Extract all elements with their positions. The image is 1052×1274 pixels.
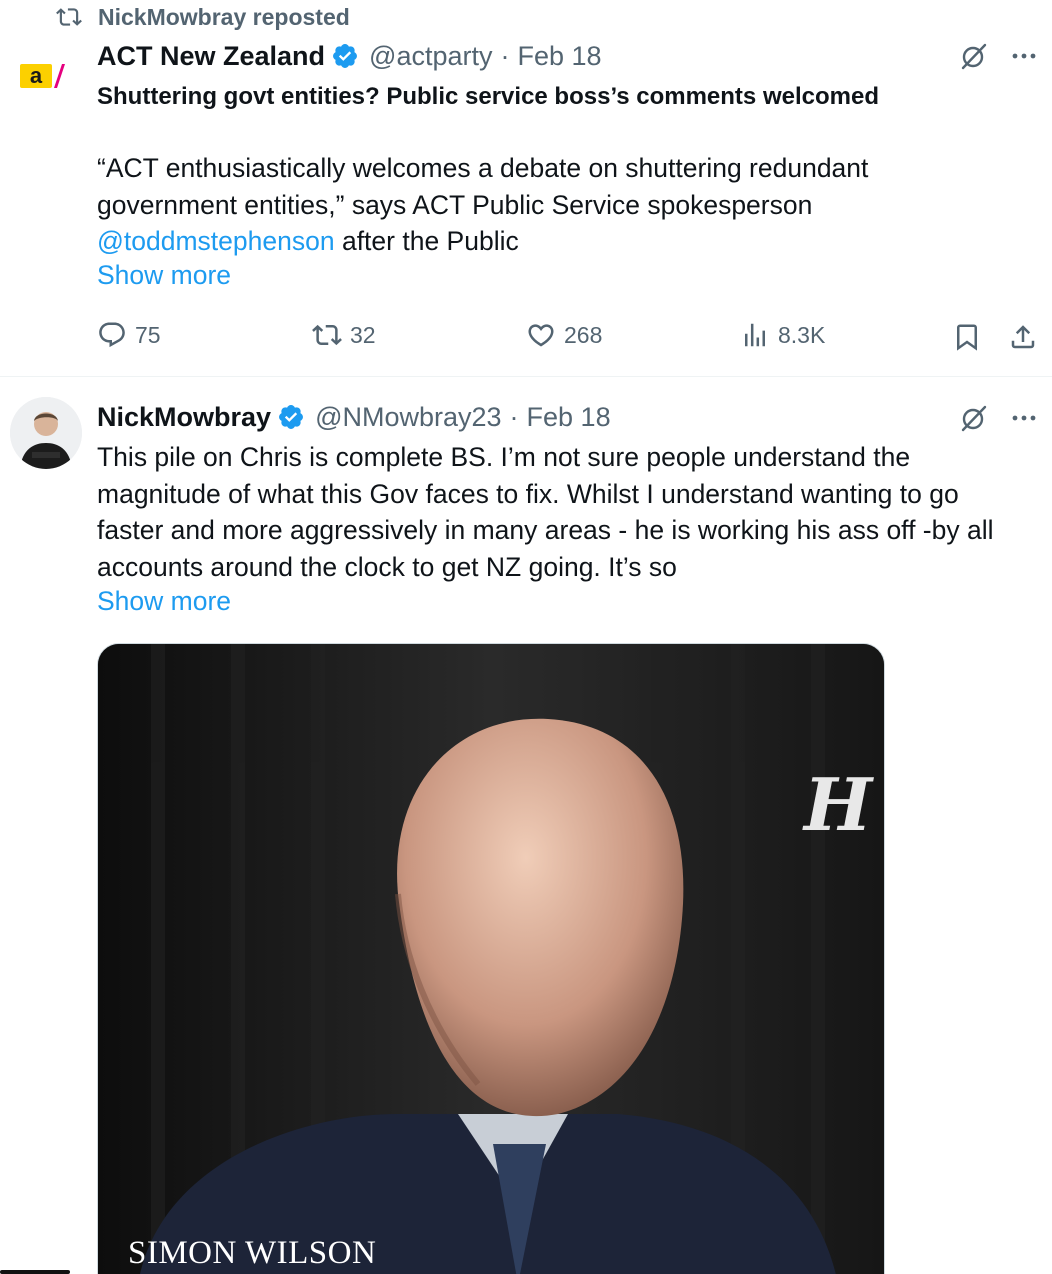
reply-button[interactable]: 75 xyxy=(97,320,161,350)
repost-label: NickMowbray reposted xyxy=(98,3,350,30)
more-options-icon[interactable] xyxy=(1008,40,1040,72)
share-icon[interactable] xyxy=(1008,322,1038,352)
reply-icon xyxy=(99,322,125,348)
bookmark-icon[interactable] xyxy=(952,322,982,352)
act-avatar[interactable]: a xyxy=(18,52,66,100)
show-more-link[interactable]: Show more xyxy=(97,260,231,291)
repost-icon xyxy=(56,8,82,26)
reply-count: 75 xyxy=(135,321,161,348)
bottom-rule xyxy=(0,1270,70,1274)
tweet1-headline: Shuttering govt entities? Public service… xyxy=(97,83,879,110)
separator-dot: · xyxy=(509,401,519,432)
views-button[interactable]: 8.3K xyxy=(740,320,825,350)
mention-link[interactable]: @toddmstephenson xyxy=(97,226,335,256)
like-button[interactable]: 268 xyxy=(526,320,602,350)
repost-button[interactable]: 32 xyxy=(312,320,376,350)
more-options-icon[interactable] xyxy=(1008,402,1040,434)
photo-illustration xyxy=(98,644,884,1274)
repost-icon xyxy=(312,324,342,346)
nick-avatar[interactable] xyxy=(10,397,82,469)
tweet1-body-text-1: “ACT enthusiastically welcomes a debate … xyxy=(97,153,869,220)
views-count: 8.3K xyxy=(778,321,826,348)
herald-logo: H xyxy=(804,762,873,847)
verified-badge-icon[interactable] xyxy=(331,42,359,70)
author-handle[interactable]: @actparty xyxy=(369,41,492,72)
repost-indicator[interactable]: NickMowbray reposted xyxy=(56,2,350,32)
separator-dot: · xyxy=(500,40,510,71)
tweet2-body: This pile on Chris is complete BS. I’m n… xyxy=(97,442,994,582)
grok-icon[interactable] xyxy=(958,40,990,72)
author-name[interactable]: ACT New Zealand xyxy=(97,41,325,72)
svg-text:a: a xyxy=(30,63,43,88)
profile-photo-icon xyxy=(10,397,82,469)
tweet-media-image[interactable]: H SIMON WILSON xyxy=(97,643,885,1274)
heart-icon xyxy=(528,324,554,347)
views-icon xyxy=(745,323,765,347)
tweet1-body-text-2: after the Public xyxy=(334,226,519,256)
author-handle[interactable]: @NMowbray23 xyxy=(315,402,501,433)
tweet1-body: “ACT enthusiastically welcomes a debate … xyxy=(97,150,1037,260)
repost-count: 32 xyxy=(350,321,376,348)
author-name[interactable]: NickMowbray xyxy=(97,402,271,433)
tweet1-header: ACT New Zealand @actparty · Feb 18 xyxy=(97,39,602,73)
show-more-link[interactable]: Show more xyxy=(97,586,231,617)
like-count: 268 xyxy=(564,321,603,348)
verified-badge-icon[interactable] xyxy=(277,403,305,431)
act-logo-icon: a xyxy=(20,63,65,88)
grok-icon[interactable] xyxy=(958,402,990,434)
tweet2-header: NickMowbray @NMowbray23 · Feb 18 xyxy=(97,400,611,434)
tweet-divider xyxy=(0,376,1052,377)
media-caption: SIMON WILSON xyxy=(128,1235,377,1271)
tweet-date[interactable]: Feb 18 xyxy=(527,402,611,433)
tweet-date[interactable]: Feb 18 xyxy=(518,41,602,72)
